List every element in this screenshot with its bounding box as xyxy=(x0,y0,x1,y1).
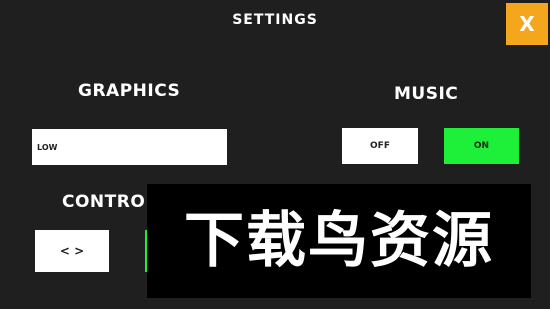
graphics-label: GRAPHICS xyxy=(78,81,181,101)
page-title: SETTINGS xyxy=(232,12,318,28)
music-off-button[interactable]: OFF xyxy=(342,128,418,164)
close-button[interactable]: X xyxy=(506,3,548,45)
graphics-quality-select[interactable]: LOW xyxy=(32,129,227,165)
watermark-text: 下载鸟资源 xyxy=(184,206,494,276)
controls-arrows-button[interactable]: < > xyxy=(35,230,109,272)
watermark-overlay: 下载鸟资源 xyxy=(147,184,531,298)
music-label: MUSIC xyxy=(394,84,459,104)
controls-label: CONTRO xyxy=(62,192,146,212)
graphics-quality-value: LOW xyxy=(37,142,58,152)
music-on-button[interactable]: ON xyxy=(444,128,519,164)
